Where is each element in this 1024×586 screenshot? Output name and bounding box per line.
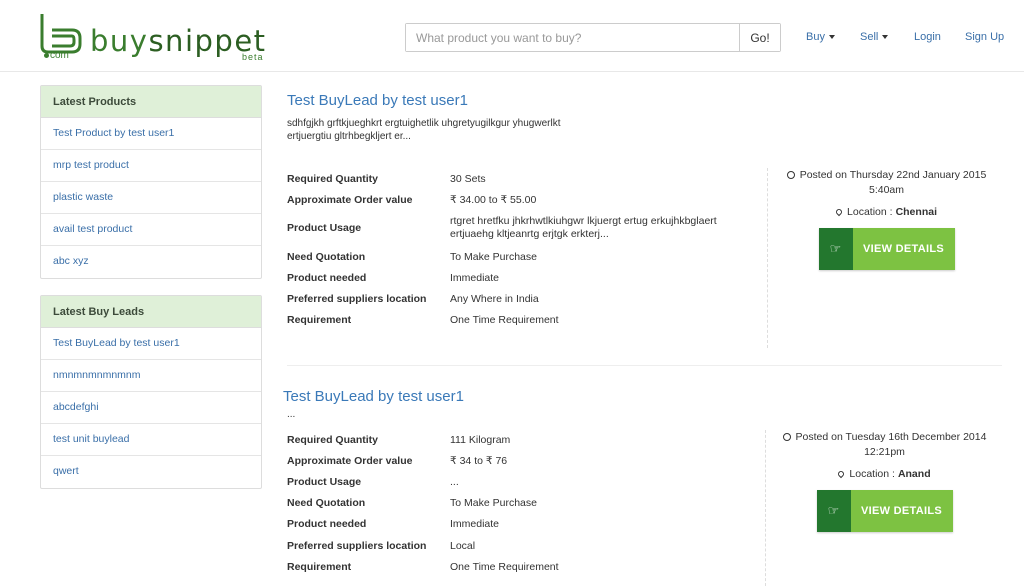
product-link[interactable]: abc xyz	[41, 246, 261, 278]
view-details-label: VIEW DETAILS	[852, 228, 955, 270]
detail-label: Requirement	[287, 561, 352, 573]
logo-text-buy: buy	[90, 24, 149, 58]
search-input[interactable]	[406, 24, 739, 51]
location-label: Location :	[847, 206, 893, 218]
hand-pointer-icon: ☞	[816, 490, 851, 532]
site-header: com buysnippet beta Go! Buy Sell Login S…	[0, 0, 1024, 72]
panel-title: Latest Products	[41, 86, 261, 118]
product-link[interactable]: Test Product by test user1	[41, 118, 261, 150]
map-marker-icon	[834, 207, 844, 217]
posted-text: Posted on Tuesday 16th December 2014 12:…	[795, 431, 987, 458]
detail-label: Approximate Order value	[287, 194, 413, 206]
detail-value: One Time Requirement	[450, 314, 559, 326]
product-link[interactable]: avail test product	[41, 214, 261, 246]
lead-divider	[287, 365, 1002, 366]
logo-beta: beta	[242, 52, 264, 62]
detail-value: Immediate	[450, 518, 500, 530]
nav-signup[interactable]: Sign Up	[965, 31, 1004, 43]
detail-value: One Time Requirement	[450, 561, 559, 573]
view-details-label: VIEW DETAILS	[850, 490, 953, 532]
lead-title[interactable]: Test BuyLead by test user1	[287, 92, 1007, 109]
latest-buy-leads-panel: Latest Buy Leads Test BuyLead by test us…	[40, 295, 262, 489]
detail-label: Product needed	[287, 518, 367, 530]
lead-side-info: Posted on Thursday 22nd January 2015 5:4…	[767, 168, 1005, 348]
buy-lead-link[interactable]: abcdefghi	[41, 392, 261, 424]
detail-value: ...	[450, 476, 459, 488]
nav-login[interactable]: Login	[914, 31, 941, 43]
nav-buy[interactable]: Buy	[806, 31, 835, 43]
view-details-button[interactable]: ☞ VIEW DETAILS	[818, 228, 955, 270]
panel-title: Latest Buy Leads	[41, 296, 261, 328]
location-name: Chennai	[895, 206, 937, 218]
lead-description: sdhfgjkh grftkjueghkrt ergtuighetlik uhg…	[287, 118, 561, 142]
map-marker-icon	[837, 469, 846, 479]
caret-down-icon	[828, 35, 835, 40]
nav-buy-label: Buy	[806, 31, 825, 43]
detail-label: Required Quantity	[287, 173, 379, 185]
detail-label: Approximate Order value	[287, 455, 413, 467]
detail-value: ₹ 34.00 to ₹ 55.00	[450, 194, 537, 206]
nav-sell[interactable]: Sell	[860, 31, 889, 43]
search-bar: Go!	[405, 23, 781, 52]
lead-side-info: Posted on Tuesday 16th December 2014 12:…	[765, 430, 1003, 586]
location-name: Anand	[897, 468, 931, 480]
buy-lead-link[interactable]: Test BuyLead by test user1	[41, 328, 261, 360]
detail-label: Required Quantity	[287, 434, 379, 446]
detail-value: To Make Purchase	[450, 497, 537, 509]
detail-label: Need Quotation	[287, 251, 366, 263]
buy-lead-link[interactable]: qwert	[41, 456, 261, 488]
detail-value: Immediate	[450, 272, 500, 284]
clock-icon	[782, 433, 791, 441]
latest-products-panel: Latest Products Test Product by test use…	[40, 85, 262, 279]
product-link[interactable]: plastic waste	[41, 182, 261, 214]
logo-com: com	[44, 50, 69, 61]
buy-lead-card: Test BuyLead by test user1 ... Required …	[283, 388, 1003, 586]
posted-date: Posted on Tuesday 16th December 2014 12:…	[766, 430, 1003, 460]
detail-label: Need Quotation	[287, 497, 366, 509]
lead-location: Location : Chennai	[768, 206, 1005, 218]
detail-value: Any Where in India	[450, 293, 539, 305]
detail-label: Product Usage	[287, 222, 362, 234]
caret-down-icon	[882, 35, 889, 40]
detail-value: Local	[450, 540, 476, 552]
detail-value: ₹ 34 to ₹ 76	[450, 455, 508, 467]
buy-lead-link[interactable]: nmnmnmnmnmnm	[41, 360, 261, 392]
lead-title[interactable]: Test BuyLead by test user1	[283, 388, 1003, 405]
detail-label: Product needed	[287, 272, 367, 284]
detail-value: 30 Sets	[450, 173, 486, 185]
detail-label: Product Usage	[287, 476, 362, 488]
hand-pointer-icon: ☞	[818, 228, 853, 270]
nav-sell-label: Sell	[860, 31, 879, 43]
search-go-button[interactable]: Go!	[739, 24, 780, 51]
detail-value: 111 Kilogram	[450, 434, 511, 446]
posted-date: Posted on Thursday 22nd January 2015 5:4…	[768, 168, 1005, 198]
site-logo[interactable]: com buysnippet beta	[38, 12, 278, 62]
logo-text: buysnippet	[90, 24, 267, 58]
detail-label: Preferred suppliers location	[287, 293, 427, 305]
detail-value: rtgret hretfku jhkrhwtlkiuhgwr lkjuergt …	[450, 215, 717, 240]
detail-value: To Make Purchase	[450, 251, 537, 263]
buy-lead-link[interactable]: test unit buylead	[41, 424, 261, 456]
posted-text: Posted on Thursday 22nd January 2015 5:4…	[799, 169, 987, 196]
lead-location: Location : Anand	[766, 468, 1003, 480]
detail-label: Requirement	[287, 314, 352, 326]
clock-icon	[786, 171, 795, 179]
location-label: Location :	[849, 468, 895, 480]
buy-lead-card: Test BuyLead by test user1 sdhfgjkh grft…	[287, 92, 1007, 352]
lead-description: ...	[287, 409, 296, 420]
detail-label: Preferred suppliers location	[287, 540, 427, 552]
product-link[interactable]: mrp test product	[41, 150, 261, 182]
view-details-button[interactable]: ☞ VIEW DETAILS	[816, 490, 953, 532]
